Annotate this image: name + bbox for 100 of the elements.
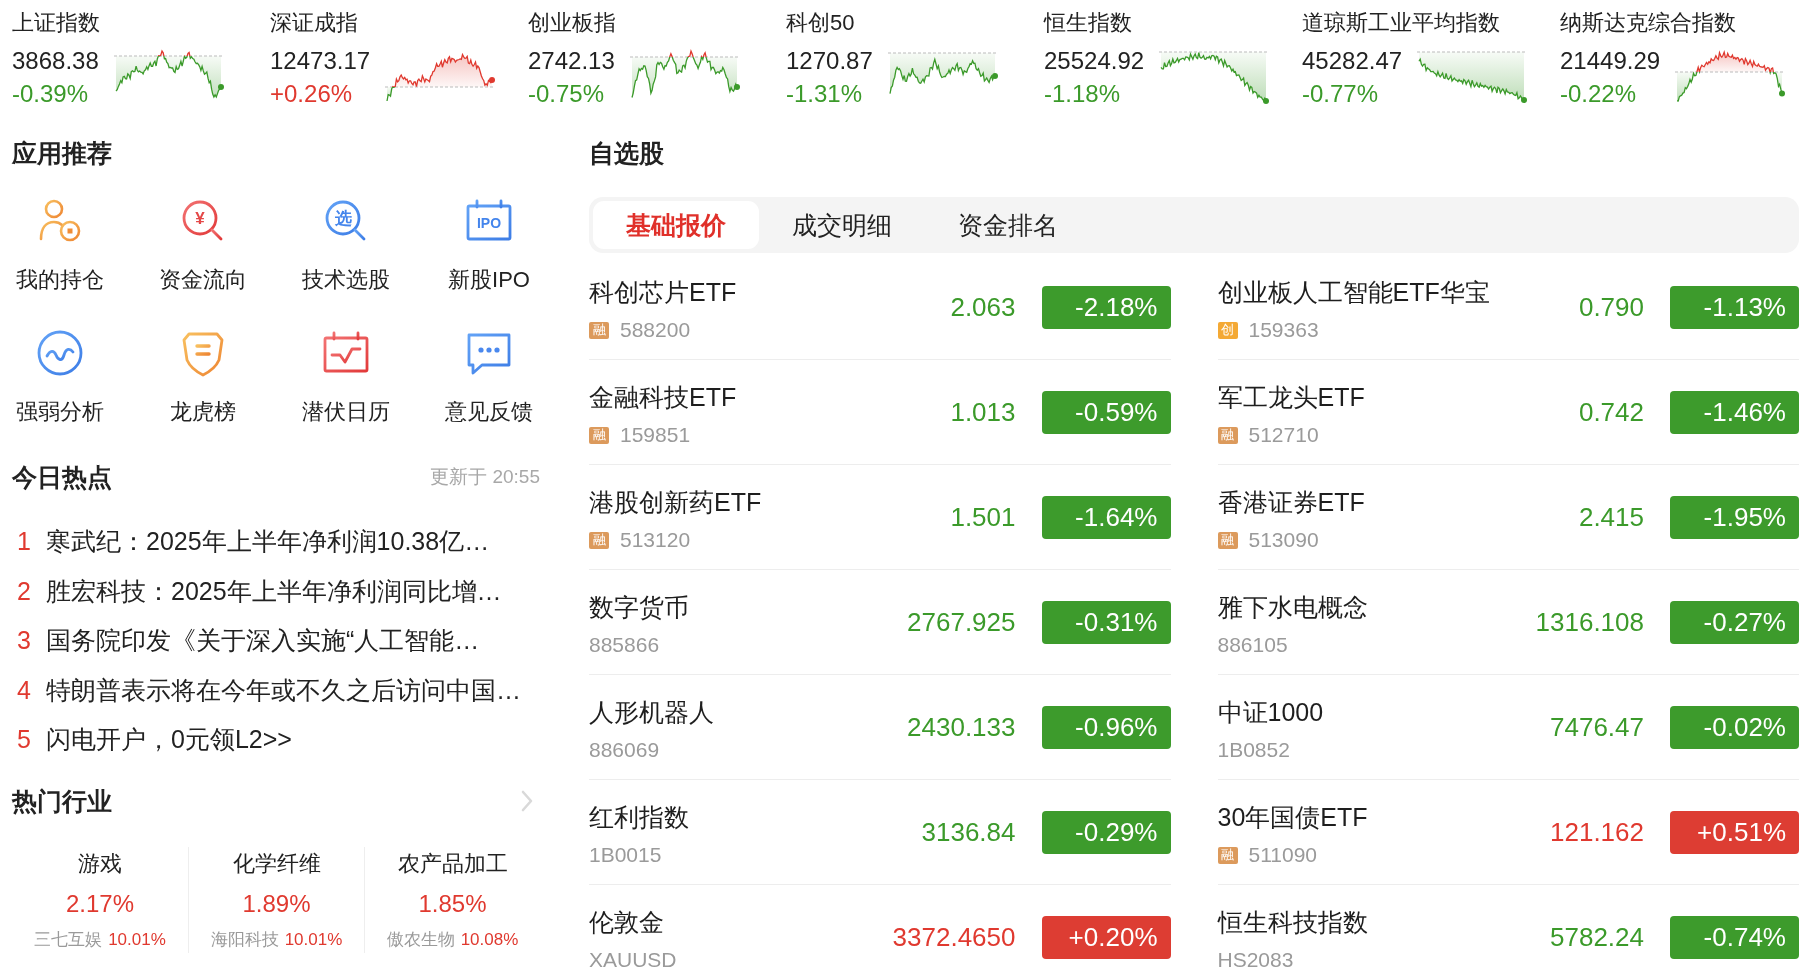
rank-number: 3 bbox=[17, 626, 32, 656]
stock-price: 0.790 bbox=[1578, 291, 1644, 323]
stock-price: 2430.133 bbox=[907, 711, 1016, 743]
stock-price: 1.013 bbox=[950, 396, 1016, 428]
stock-code: 886069 bbox=[589, 737, 660, 763]
change-pill: -0.96% bbox=[1041, 705, 1171, 749]
change-pill: +0.20% bbox=[1041, 915, 1171, 959]
change-pill: -2.18% bbox=[1041, 285, 1171, 329]
section-title: 今日热点 bbox=[12, 462, 112, 493]
icon-text: IPO bbox=[476, 216, 502, 230]
change-pill: -1.46% bbox=[1670, 390, 1799, 434]
industry-name: 农产品加工 bbox=[397, 850, 508, 878]
stock-price: 5782.24 bbox=[1550, 921, 1644, 953]
tab[interactable]: 成交明细 bbox=[759, 201, 925, 249]
stock-price: 2.063 bbox=[950, 291, 1016, 323]
stock-name: 30年国债ETF bbox=[1217, 802, 1368, 833]
index-price: 45282.47 bbox=[1302, 46, 1403, 76]
stock-name: 港股创新药ETF bbox=[589, 487, 762, 518]
news-headline[interactable]: 闪电开户，0元领L2>> bbox=[46, 723, 292, 757]
stock-name: 雅下水电概念 bbox=[1217, 592, 1368, 623]
stock-code: 512710 bbox=[1248, 422, 1319, 448]
tab[interactable]: 基础报价 bbox=[593, 201, 759, 249]
stock-code: HS2083 bbox=[1217, 947, 1294, 973]
stock-tag: 融 bbox=[589, 321, 609, 339]
index-change: -0.77% bbox=[1302, 79, 1379, 109]
index-change: -1.18% bbox=[1044, 79, 1121, 109]
stock-name: 金融科技ETF bbox=[589, 382, 737, 413]
stock-price: 1.501 bbox=[950, 501, 1016, 533]
change-pill: -0.59% bbox=[1041, 390, 1171, 434]
stock-name: 伦敦金 bbox=[589, 907, 664, 938]
stock-name: 恒生科技指数 bbox=[1217, 907, 1368, 938]
stock-code: 588200 bbox=[620, 317, 691, 343]
stock-tag: 融 bbox=[589, 426, 609, 444]
index-change: +0.26% bbox=[270, 79, 353, 109]
wave-circle-icon bbox=[35, 328, 85, 378]
stock-price: 3136.84 bbox=[921, 816, 1016, 848]
stock-code: 159851 bbox=[620, 422, 691, 448]
stock-price: 121.162 bbox=[1550, 816, 1644, 848]
stock-tag: 融 bbox=[1217, 846, 1238, 864]
stock-price: 0.742 bbox=[1578, 396, 1644, 428]
change-pill: -0.31% bbox=[1041, 600, 1171, 644]
leader-stock-name: 海阳科技 bbox=[210, 929, 279, 951]
news-headline[interactable]: 胜宏科技：2025年上半年净利润同比增… bbox=[46, 574, 502, 608]
leader-stock-name: 傲农生物 bbox=[386, 929, 455, 951]
industry-name: 化学纤维 bbox=[232, 850, 321, 878]
stock-tag: 融 bbox=[589, 531, 609, 549]
app-shortcut[interactable]: 龙虎榜 bbox=[155, 328, 251, 426]
stock-code: 513120 bbox=[620, 527, 691, 553]
app-shortcut[interactable]: 潜伏日历 bbox=[298, 328, 394, 426]
stock-name: 中证1000 bbox=[1217, 697, 1324, 728]
stock-name: 创业板人工智能ETF华宝 bbox=[1217, 277, 1490, 308]
change-pill: +0.51% bbox=[1670, 810, 1799, 854]
change-pill: -0.27% bbox=[1670, 600, 1799, 644]
chevron-right-icon[interactable] bbox=[520, 789, 534, 813]
change-pill: -0.02% bbox=[1670, 705, 1799, 749]
stock-tag: 融 bbox=[1217, 426, 1238, 444]
leader-stock-change: 10.01% bbox=[284, 929, 343, 951]
leader-stock-change: 10.08% bbox=[460, 929, 519, 951]
stock-name: 香港证券ETF bbox=[1217, 487, 1365, 518]
update-time: 更新于 20:55 bbox=[430, 465, 540, 489]
rank-number: 4 bbox=[17, 675, 32, 705]
index-name: 科创50 bbox=[786, 9, 855, 37]
stock-code: 513090 bbox=[1248, 527, 1319, 553]
news-headline[interactable]: 寒武纪：2025年上半年净利润10.38亿… bbox=[46, 525, 490, 559]
stock-name: 数字货币 bbox=[589, 592, 689, 623]
index-price: 1270.87 bbox=[786, 46, 873, 76]
app-shortcut[interactable]: 意见反馈 bbox=[441, 328, 537, 426]
change-pill: -0.74% bbox=[1670, 915, 1799, 959]
stock-price: 7476.47 bbox=[1550, 711, 1644, 743]
app-shortcut[interactable]: 我的持仓 bbox=[12, 196, 108, 294]
stock-code: 1B0015 bbox=[589, 842, 662, 868]
stock-code: XAUUSD bbox=[589, 947, 677, 973]
app-shortcut[interactable]: 强弱分析 bbox=[12, 328, 108, 426]
rank-number: 5 bbox=[17, 725, 32, 755]
stock-price: 2767.925 bbox=[907, 606, 1016, 638]
app-shortcut[interactable]: 选 技术选股 bbox=[298, 196, 394, 294]
stock-name: 科创芯片ETF bbox=[589, 277, 737, 308]
index-name: 恒生指数 bbox=[1044, 9, 1132, 37]
news-headline[interactable]: 国务院印发《关于深入实施“人工智能… bbox=[46, 624, 480, 658]
change-pill: -1.13% bbox=[1670, 285, 1799, 329]
index-price: 21449.29 bbox=[1560, 46, 1661, 76]
change-pill: -1.95% bbox=[1670, 495, 1799, 539]
icon-text: ¥ bbox=[195, 209, 205, 227]
industry-change: 1.89% bbox=[242, 889, 311, 919]
section-title: 自选股 bbox=[589, 138, 664, 169]
section-title: 应用推荐 bbox=[12, 138, 112, 169]
stock-name: 红利指数 bbox=[589, 802, 689, 833]
stock-price: 1316.108 bbox=[1535, 606, 1644, 638]
stock-tag: 创 bbox=[1217, 321, 1238, 339]
tab[interactable]: 资金排名 bbox=[925, 201, 1091, 249]
app-shortcut[interactable]: IPO 新股IPO bbox=[441, 196, 537, 294]
change-pill: -1.64% bbox=[1041, 495, 1171, 539]
section-title: 热门行业 bbox=[12, 786, 112, 817]
app-shortcut[interactable]: ¥ 资金流向 bbox=[155, 196, 251, 294]
icon-text: 选 bbox=[334, 209, 352, 227]
stock-tag: 融 bbox=[1217, 531, 1238, 549]
industry-change: 2.17% bbox=[65, 889, 135, 919]
index-name: 创业板指 bbox=[528, 9, 616, 37]
news-headline[interactable]: 特朗普表示将在今年或不久之后访问中国… bbox=[46, 673, 521, 707]
stock-code: 1B0852 bbox=[1217, 737, 1290, 763]
